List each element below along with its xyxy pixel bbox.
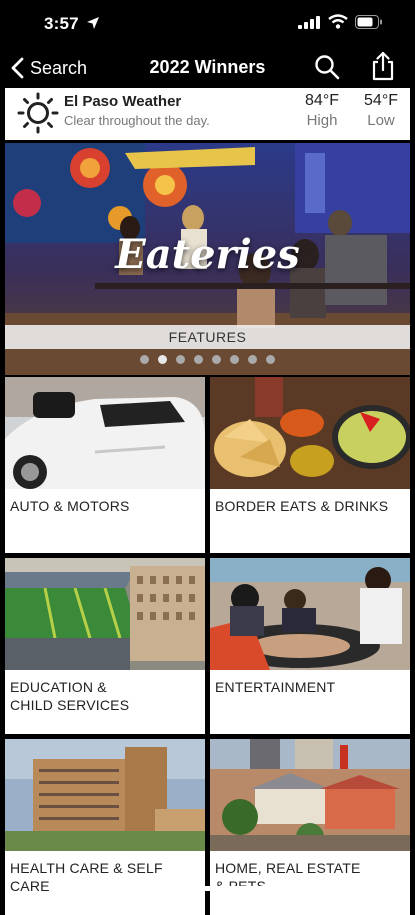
category-label: ENTERTAINMENT (215, 679, 336, 695)
category-education-child-services[interactable]: EDUCATION & CHILD SERVICES (5, 558, 205, 734)
weather-low: 54°F Low (351, 92, 411, 129)
feature-carousel[interactable]: Eateries FEATURES (5, 143, 410, 375)
high-temp-value: 84°F (305, 92, 339, 109)
category-label: BORDER EATS & DRINKS (215, 498, 389, 514)
category-image-chalk-art (210, 558, 410, 670)
carousel-dot[interactable] (140, 355, 149, 364)
carousel-dots[interactable] (5, 355, 410, 364)
carousel-dot[interactable] (176, 355, 185, 364)
back-label: Search (30, 57, 88, 78)
category-label: EDUCATION & CHILD SERVICES (10, 679, 130, 713)
feature-section-label: FEATURES (5, 325, 410, 349)
location-arrow-icon (87, 17, 99, 29)
chevron-left-icon (11, 57, 24, 79)
battery-icon (355, 15, 382, 29)
carousel-dot[interactable] (266, 355, 275, 364)
weather-city: El Paso Weather (64, 93, 182, 110)
weather-description: Clear throughout the day. (64, 113, 210, 128)
weather-widget[interactable]: El Paso Weather Clear throughout the day… (5, 88, 410, 140)
carousel-dot[interactable] (194, 355, 203, 364)
feature-title: Eateries (115, 231, 300, 278)
carousel-dot[interactable] (248, 355, 257, 364)
category-auto-motors[interactable]: AUTO & MOTORS (5, 377, 205, 553)
carousel-dot[interactable] (230, 355, 239, 364)
category-image-stadium (5, 558, 205, 670)
category-border-eats-drinks[interactable]: BORDER EATS & DRINKS (210, 377, 410, 553)
status-bar: 3:57 (0, 0, 415, 48)
category-image-hospital (5, 739, 205, 851)
home-indicator[interactable] (138, 886, 278, 891)
carousel-dot[interactable] (158, 355, 167, 364)
category-label: AUTO & MOTORS (10, 498, 130, 514)
category-image-houses (210, 739, 410, 851)
category-image-food (210, 377, 410, 489)
signal-icon (298, 16, 320, 29)
low-temp-value: 54°F (364, 92, 398, 109)
back-button[interactable]: Search (10, 54, 87, 82)
weather-high: 84°F High (292, 92, 352, 129)
wifi-icon (328, 14, 348, 29)
status-time: 3:57 (44, 14, 79, 33)
search-icon[interactable] (314, 54, 340, 80)
high-temp-label: High (306, 112, 338, 129)
share-icon[interactable] (370, 51, 396, 81)
sun-icon (17, 92, 59, 134)
carousel-dot[interactable] (212, 355, 221, 364)
low-temp-label: Low (367, 112, 395, 129)
category-entertainment[interactable]: ENTERTAINMENT (210, 558, 410, 734)
navigation-bar: Search 2022 Winners (0, 48, 415, 88)
category-image-car (5, 377, 205, 489)
